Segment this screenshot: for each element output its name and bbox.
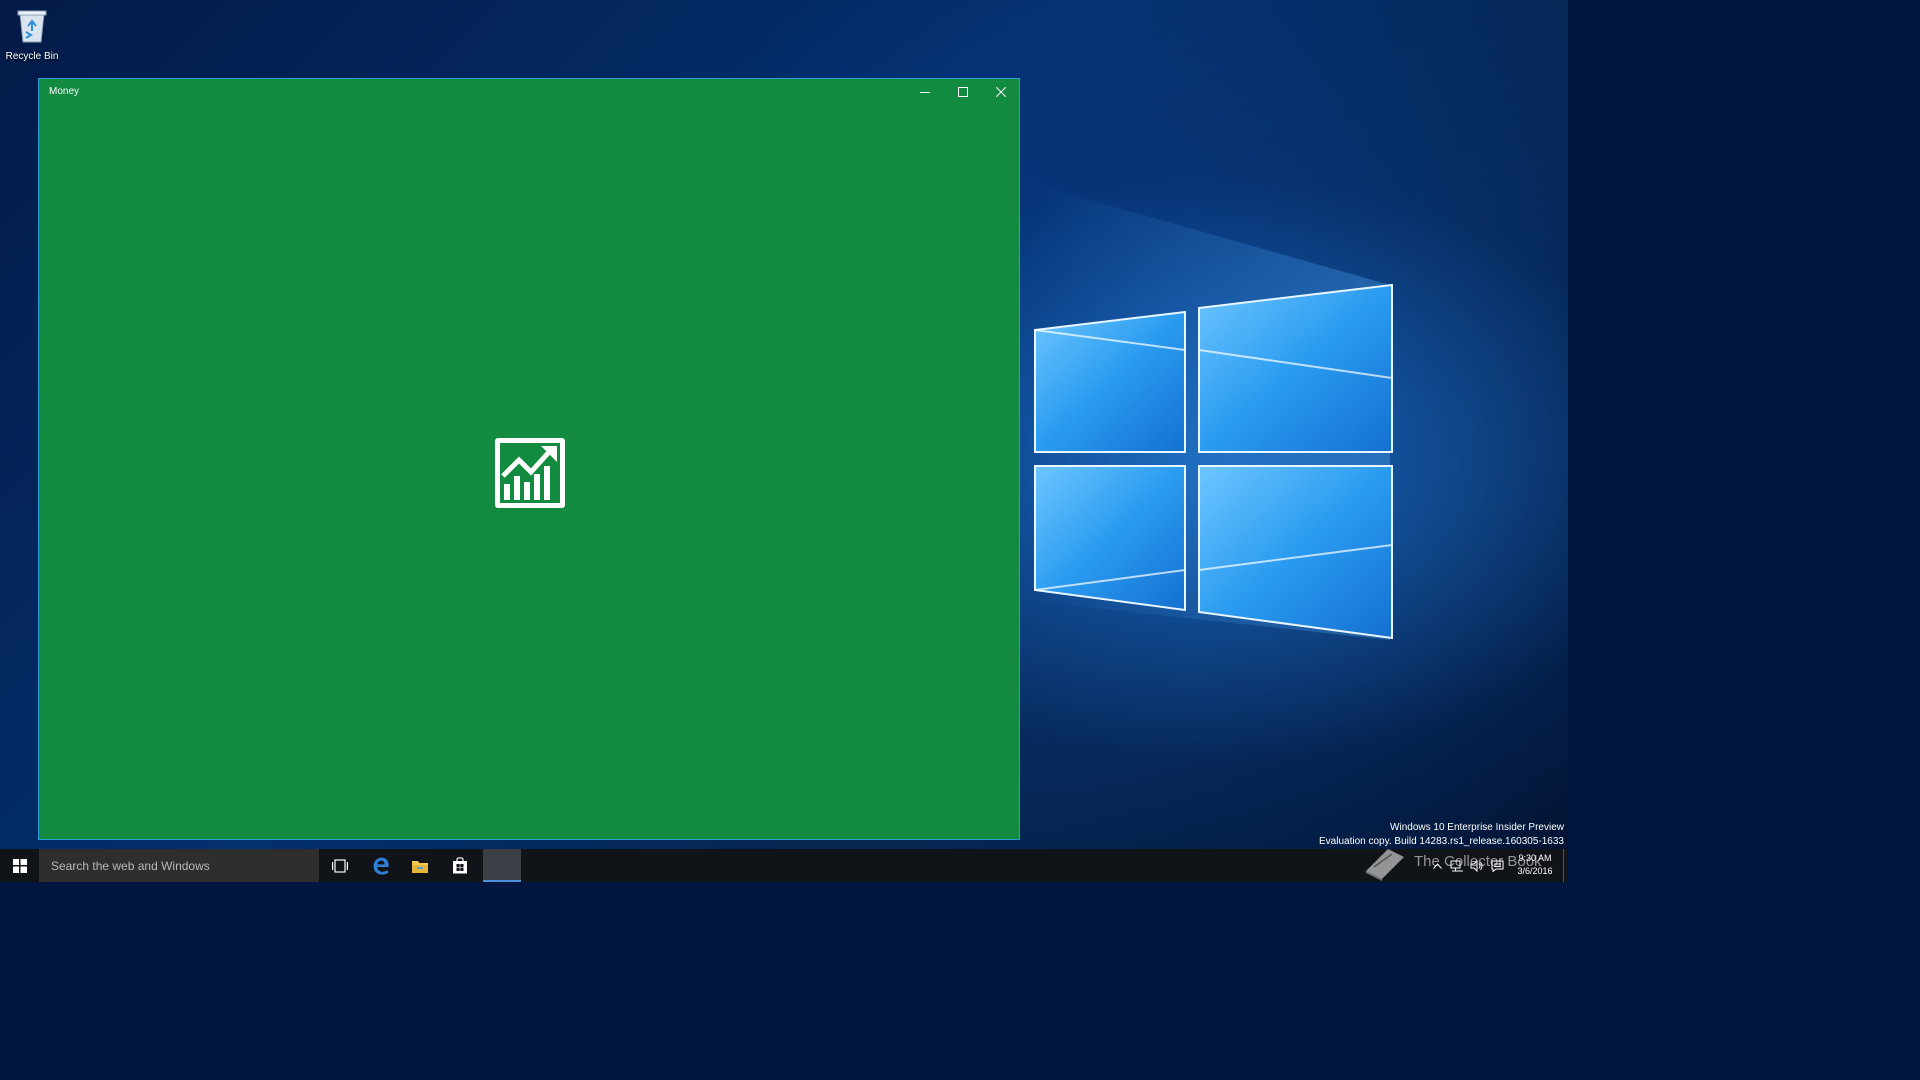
minimize-icon [920, 92, 930, 93]
task-view-icon [332, 858, 348, 873]
book-logo-icon [1366, 849, 1404, 881]
collector-book-text: The Collector Book [1414, 853, 1542, 870]
edge-button[interactable] [362, 849, 400, 882]
start-button[interactable] [0, 849, 39, 882]
money-taskbar-button[interactable] [483, 849, 521, 882]
collector-book-watermark: The Collector Book [1360, 845, 1560, 882]
store-button[interactable] [441, 849, 479, 882]
search-input[interactable] [49, 857, 313, 874]
maximize-icon [958, 87, 968, 97]
close-icon [996, 87, 1006, 97]
show-desktop-button[interactable] [1563, 849, 1568, 882]
recycle-bin-icon [17, 10, 47, 43]
minimize-button[interactable] [906, 79, 944, 105]
maximize-button[interactable] [944, 79, 982, 105]
file-explorer-button[interactable] [401, 849, 439, 882]
search-box[interactable] [39, 849, 319, 882]
recycle-bin-shortcut[interactable]: Recycle Bin [4, 6, 60, 62]
title-bar[interactable]: Money [39, 79, 1019, 105]
windows-start-icon [12, 858, 27, 873]
close-button[interactable] [982, 79, 1020, 105]
watermark-edition: Windows 10 Enterprise Insider Preview [1390, 822, 1564, 833]
recycle-bin-label: Recycle Bin [5, 51, 59, 62]
edge-browser-icon [373, 857, 389, 875]
store-bag-icon [453, 857, 467, 874]
folder-icon [412, 860, 428, 873]
task-view-button[interactable] [321, 849, 359, 882]
money-app-window[interactable]: Money [38, 78, 1020, 840]
taskbar: 9:30 AM 3/6/2016 [0, 849, 1568, 882]
window-title: Money [49, 86, 80, 97]
stock-chart-icon [495, 438, 565, 508]
